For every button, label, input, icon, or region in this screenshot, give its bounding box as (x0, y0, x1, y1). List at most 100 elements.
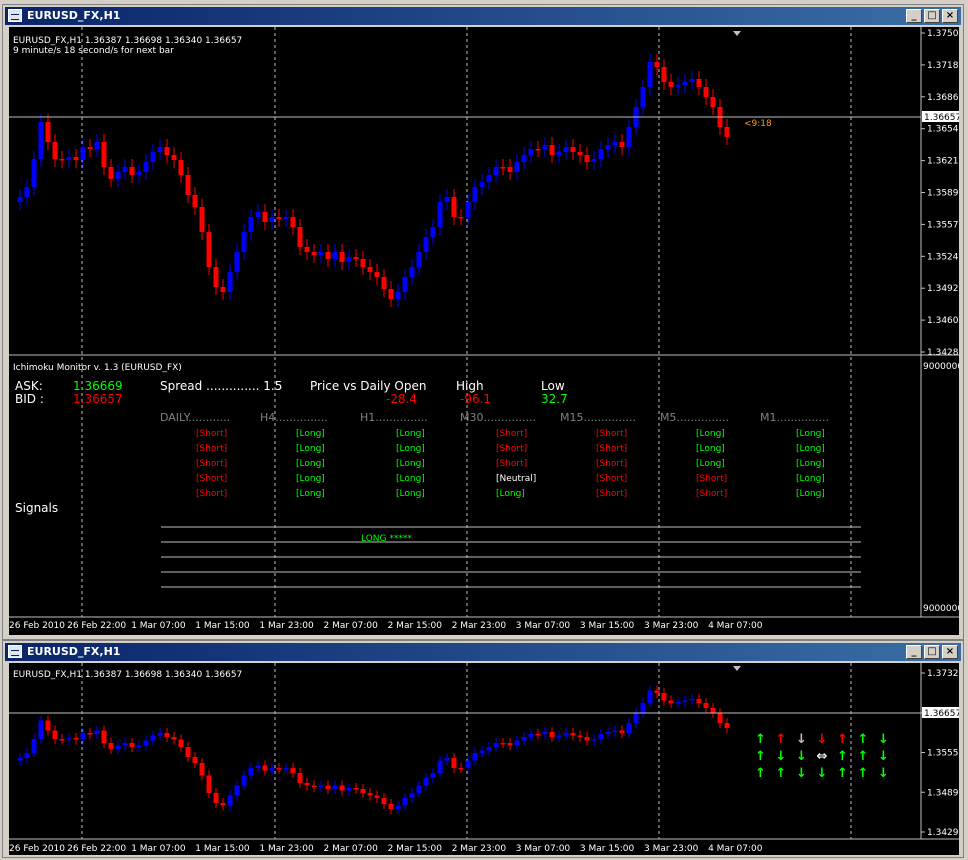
candle-body (612, 142, 618, 145)
candle-body (430, 773, 436, 778)
signal-cell: [Long] (296, 444, 325, 454)
signal-cell: [Short] (496, 459, 527, 469)
candle-body (402, 277, 408, 292)
bid-value: 1.36657 (73, 392, 123, 406)
candle-body (696, 79, 702, 87)
window-title-bar[interactable]: EURUSD_FX,H1 _ □ × (5, 7, 961, 25)
candle-body (101, 730, 107, 743)
signal-cell: [Short] (496, 444, 527, 454)
candle-body (332, 252, 338, 259)
candle-body (696, 699, 702, 703)
candle-body (430, 227, 436, 237)
maximize-button[interactable]: □ (924, 645, 940, 659)
candle-body (136, 745, 142, 747)
time-label: 3 Mar 07:00 (516, 621, 571, 631)
candle-body (178, 739, 184, 747)
chart-window-secondary[interactable]: EURUSD_FX,H1 _ □ × 1.373201.361001.35550… (2, 640, 964, 858)
signal-arrow-up-icon: ↑ (776, 766, 787, 781)
chart-window-main[interactable]: EURUSD_FX,H1 _ □ × 1.37500 1.37180 1.36860… (2, 4, 964, 640)
candle-body (143, 740, 149, 746)
candle-body (269, 768, 275, 771)
candle-body (703, 703, 709, 708)
candle-body (353, 788, 359, 790)
chart-window-icon (8, 645, 22, 658)
candle-body (619, 730, 625, 733)
chart-info-line: EURUSD_FX,H1 1.36387 1.36698 1.36340 1.3… (13, 36, 242, 46)
signal-cell: [Long] (396, 459, 425, 469)
candle-body (108, 167, 114, 179)
signal-arrow-down-icon: ↓ (817, 766, 828, 781)
signal-cell: [Long] (696, 444, 725, 454)
close-button[interactable]: × (942, 9, 958, 23)
candle-body (346, 257, 352, 262)
time-label: 26 Feb 22:00 (67, 621, 126, 631)
time-label: 1 Mar 15:00 (195, 844, 250, 854)
candle-body (577, 152, 583, 155)
time-label: 2 Mar 23:00 (452, 844, 507, 854)
candle-body (164, 733, 170, 737)
maximize-button[interactable]: □ (924, 9, 940, 23)
price-label: 1.35240 (927, 252, 959, 262)
candle-body (640, 703, 646, 713)
next-bar-countdown: 9 minute/s 18 second/s for next bar (13, 46, 174, 56)
candle-body (94, 142, 100, 149)
candle-body (717, 713, 723, 723)
candle-body (486, 747, 492, 751)
candle-body (437, 202, 443, 227)
candle-body (318, 785, 324, 787)
candle-body (465, 760, 471, 768)
price-chart-area[interactable]: 1.373201.361001.355501.348901.34290 1.36… (9, 663, 959, 855)
candle-body (668, 700, 674, 703)
timeframe-header: H1............... (360, 411, 428, 424)
candle-body (94, 730, 100, 734)
signal-cell: [Short] (696, 474, 727, 484)
chart-window-icon (8, 9, 22, 22)
shift-marker-icon[interactable] (733, 31, 741, 36)
candle-body (150, 152, 156, 162)
ask-label: ASK: (15, 379, 43, 393)
low-value: 32.7 (541, 392, 568, 406)
close-button[interactable]: × (942, 645, 958, 659)
candle-body (255, 765, 261, 768)
price-chart-area[interactable]: 1.37500 1.37180 1.36860 1.36540 1.36210 1.358… (9, 27, 959, 635)
indicator-title: Ichimoku Monitor v. 1.3 (EURUSD_FX) (13, 363, 182, 373)
candle-body (493, 167, 499, 175)
signal-cell: [Short] (196, 444, 227, 454)
candle-body (325, 785, 331, 789)
minimize-button[interactable]: _ (906, 9, 922, 23)
candle-body (220, 287, 226, 292)
window-title-bar[interactable]: EURUSD_FX,H1 _ □ × (5, 643, 961, 661)
candle-body (66, 738, 72, 740)
minimize-button[interactable]: _ (906, 645, 922, 659)
candle-body (304, 783, 310, 786)
candle-body (514, 740, 520, 746)
price-vs-daily-open-label: Price vs Daily Open (310, 379, 426, 393)
candle-body (668, 82, 674, 87)
candle-body (122, 743, 128, 746)
candle-body (262, 765, 268, 771)
candle-body (661, 67, 667, 82)
candle-body (108, 743, 114, 749)
candle-body (332, 785, 338, 789)
shift-marker-icon[interactable] (733, 666, 741, 671)
candle-body (157, 733, 163, 736)
candle-body (192, 195, 198, 207)
candle-body (444, 197, 450, 202)
candle-body (451, 197, 457, 217)
candle-body (38, 720, 44, 739)
signal-cell: [Short] (596, 444, 627, 454)
candle-body (556, 152, 562, 155)
candle-body (255, 212, 261, 217)
signal-cell: [Long] (796, 459, 825, 469)
candle-body (486, 175, 492, 182)
signal-cell: [Short] (596, 489, 627, 499)
time-label: 2 Mar 15:00 (388, 621, 443, 631)
signal-cell: [Long] (396, 489, 425, 499)
time-label: 1 Mar 15:00 (195, 621, 250, 631)
candle-body (220, 803, 226, 806)
candle-body (38, 122, 44, 159)
candle-body (437, 760, 443, 773)
candle-body (367, 267, 373, 272)
price-label: 1.34600 (927, 316, 959, 326)
candle-body (710, 97, 716, 107)
